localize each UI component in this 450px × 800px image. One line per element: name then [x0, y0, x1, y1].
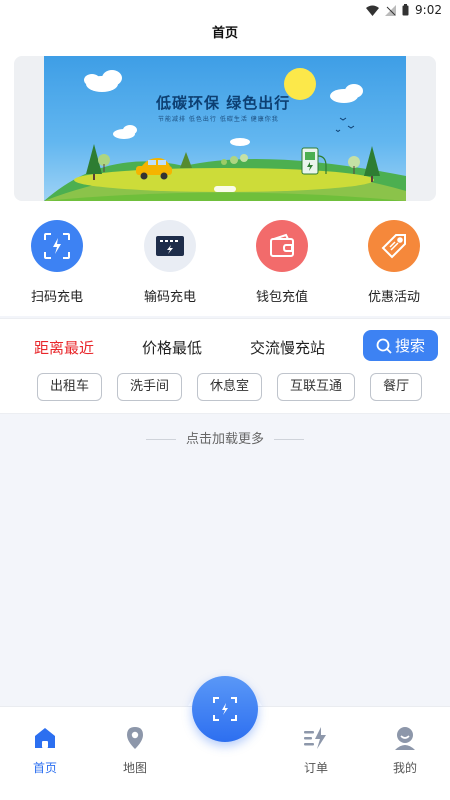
nav-label: 地图	[122, 761, 147, 775]
nav-item-profile[interactable]: 我的	[370, 725, 440, 776]
quick-action-label: 优惠活动	[367, 290, 420, 305]
home-icon	[35, 728, 55, 748]
scan-fab-button[interactable]	[192, 676, 258, 742]
banner-illustration	[44, 68, 406, 201]
tag-taxi[interactable]: 出租车	[37, 373, 103, 401]
tag-interconnect[interactable]: 互联互通	[277, 373, 356, 401]
filter-tab-cheapest[interactable]: 价格最低	[142, 337, 202, 358]
filter-bar: 距离最近 价格最低 交流慢充站 搜索 出租车 洗手间 休息室 互联互通 餐厅	[0, 318, 450, 414]
divider	[274, 439, 304, 440]
wallet-icon	[256, 220, 308, 272]
signal-icon	[385, 4, 397, 16]
quick-action-label: 钱包充值	[255, 290, 308, 305]
code-charge-icon	[144, 220, 196, 272]
tag-restaurant[interactable]: 餐厅	[370, 373, 423, 401]
nav-item-map[interactable]: 地图	[100, 725, 170, 776]
coupon-tag-icon	[368, 220, 420, 272]
banner-image[interactable]: 低碳环保 绿色出行 节能减排 低色出行 低碳生活 健康你我	[44, 56, 406, 201]
page-title: 首页	[0, 20, 450, 48]
tag-lounge[interactable]: 休息室	[197, 373, 263, 401]
quick-action-label: 扫码充电	[30, 290, 83, 305]
quick-action-wallet[interactable]: 钱包充值	[237, 220, 327, 305]
order-icon	[304, 727, 326, 749]
divider	[145, 439, 176, 440]
nav-item-home[interactable]: 首页	[10, 725, 80, 776]
scan-icon	[213, 697, 237, 721]
profile-icon	[395, 727, 415, 750]
quick-action-label: 输码充电	[143, 290, 196, 305]
filter-tab-nearest[interactable]: 距离最近	[34, 337, 94, 358]
status-time: 9:02	[415, 3, 442, 17]
search-button[interactable]: 搜索	[363, 330, 438, 361]
scan-charge-icon	[31, 220, 83, 272]
quick-action-code-charge[interactable]: 输码充电	[125, 220, 215, 305]
filter-tab-ac-slow-charge[interactable]: 交流慢充站	[250, 337, 325, 358]
battery-icon	[402, 4, 409, 16]
quick-action-coupons[interactable]: 优惠活动	[349, 220, 439, 305]
tag-restroom[interactable]: 洗手间	[117, 373, 183, 401]
status-bar: 9:02	[0, 0, 450, 20]
nav-label: 订单	[303, 761, 328, 775]
search-icon	[376, 338, 392, 354]
banner-subtitle: 节能减排 低色出行 低碳生活 健康你我	[158, 116, 279, 123]
nav-label: 我的	[392, 761, 417, 775]
search-button-label: 搜索	[394, 337, 425, 355]
load-more-label: 点击加载更多	[185, 432, 264, 447]
amenity-tags: 出租车 洗手间 休息室 互联互通 餐厅	[37, 373, 450, 403]
top-section: 低碳环保 绿色出行 节能减排 低色出行 低碳生活 健康你我 扫码充电 输码充电 …	[0, 48, 450, 316]
nav-label: 首页	[32, 761, 57, 775]
load-more[interactable]: 点击加载更多	[0, 428, 450, 447]
wifi-icon	[366, 5, 380, 16]
banner-carousel[interactable]: 低碳环保 绿色出行 节能减排 低色出行 低碳生活 健康你我	[14, 56, 436, 201]
quick-actions: 扫码充电 输码充电 钱包充值 优惠活动	[0, 220, 450, 310]
nav-item-orders[interactable]: 订单	[281, 725, 351, 776]
banner-title: 低碳环保 绿色出行	[156, 94, 291, 112]
map-pin-icon	[127, 727, 143, 749]
quick-action-scan-charge[interactable]: 扫码充电	[12, 220, 102, 305]
